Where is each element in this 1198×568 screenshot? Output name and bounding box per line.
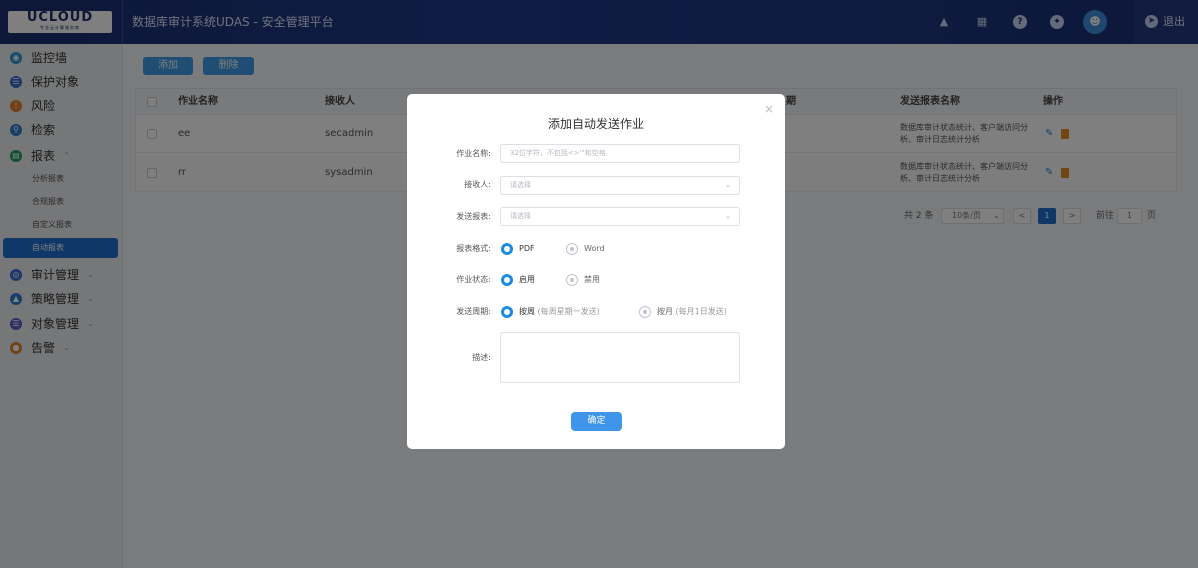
report-format-label: 报表格式: [456,244,491,253]
send-report-label: 发送报表: [456,212,491,221]
period-weekly-label: 按周 (每周星期一发送) [519,306,600,318]
period-monthly-radio[interactable] [639,306,651,318]
status-enable-label: 启用 [519,275,535,284]
send-period-label: 发送周期: [456,307,491,316]
receiver-select[interactable]: 请选择 ⌄ [500,176,740,195]
close-icon[interactable]: × [764,102,774,116]
send-report-placeholder: 请选择 [510,212,531,220]
format-pdf-label: PDF [519,244,535,253]
format-word-radio[interactable] [566,243,578,255]
chevron-down-icon: ⌄ [725,181,731,189]
status-disable-label: 禁用 [584,275,600,284]
receiver-label: 接收人: [464,180,491,189]
job-name-input[interactable]: 32位字符，不包括<>'"和空格 [500,144,740,163]
period-weekly-hint: (每周星期一发送) [537,307,600,316]
send-report-select[interactable]: 请选择 ⌄ [500,207,740,226]
period-weekly-text: 按周 [519,307,535,316]
format-pdf-radio[interactable] [501,243,513,255]
job-name-placeholder: 32位字符，不包括<>'"和空格 [510,149,606,157]
period-monthly-text: 按月 [657,307,673,316]
chevron-down-icon: ⌄ [725,212,731,220]
add-auto-send-job-dialog: 添加自动发送作业 × 作业名称: 32位字符，不包括<>'"和空格 接收人: 请… [407,94,785,449]
description-label: 描述: [472,353,491,362]
confirm-button[interactable]: 确定 [571,412,622,431]
description-textarea[interactable] [500,332,740,383]
job-name-label: 作业名称: [456,149,491,158]
dialog-title: 添加自动发送作业 [547,117,644,131]
status-disable-radio[interactable] [566,274,578,286]
receiver-placeholder: 请选择 [510,181,531,189]
job-status-label: 作业状态: [456,275,491,284]
status-enable-radio[interactable] [501,274,513,286]
period-monthly-hint: (每月1日发送) [675,307,727,316]
period-monthly-label: 按月 (每月1日发送) [657,306,727,318]
format-word-label: Word [584,244,605,253]
period-weekly-radio[interactable] [501,306,513,318]
